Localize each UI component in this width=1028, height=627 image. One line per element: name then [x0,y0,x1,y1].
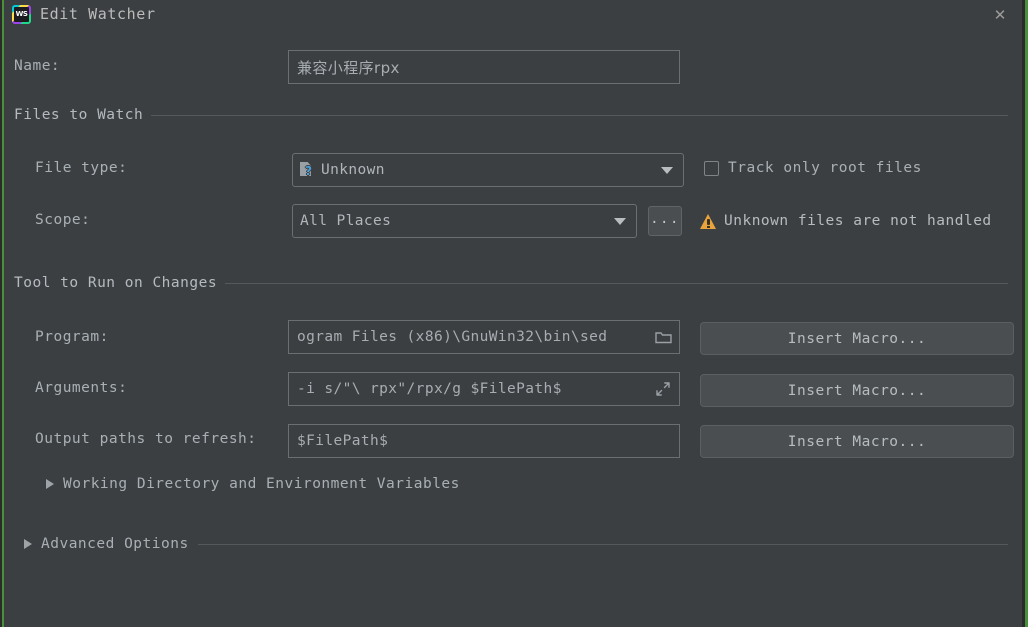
advanced-options-label: Advanced Options [41,536,189,552]
track-only-root-files-checkbox[interactable] [704,160,719,176]
track-only-root-files-label: Track only root files [728,160,922,176]
folder-browse-icon[interactable] [653,328,673,346]
section-divider [225,282,1008,284]
file-type-combo[interactable]: ? Unknown [292,153,684,187]
file-type-combo-value-wrap: ? Unknown [300,162,661,178]
arguments-insert-macro-button[interactable]: Insert Macro... [700,374,1014,407]
chevron-down-icon [614,217,626,225]
program-input-value: ogram Files (x86)\GnuWin32\bin\sed [297,329,608,345]
working-directory-label: Working Directory and Environment Variab… [63,476,460,492]
chevron-right-icon [46,479,54,489]
unknown-files-warning-text: Unknown files are not handled [724,213,992,229]
arguments-input-value: -i s/"\ rpx"/rpx/g $FilePath$ [297,381,562,397]
program-label: Program: [35,329,109,345]
files-to-watch-section-header: Files to Watch [14,107,1008,123]
file-type-label: File type: [35,160,128,176]
webstorm-icon: WS [12,5,31,24]
scope-combo[interactable]: All Places [292,204,637,238]
title-bar: WS Edit Watcher ✕ [4,0,1022,30]
output-paths-label: Output paths to refresh: [35,431,257,447]
program-insert-macro-button[interactable]: Insert Macro... [700,322,1014,355]
close-icon[interactable]: ✕ [990,5,1010,25]
unknown-files-warning: Unknown files are not handled [700,213,992,229]
file-type-combo-value: Unknown [321,162,385,178]
track-only-root-files-checkbox-row[interactable]: Track only root files [704,160,922,176]
advanced-options-section-toggle[interactable]: Advanced Options [24,536,1008,552]
scope-combo-value: All Places [300,213,392,229]
tool-to-run-title: Tool to Run on Changes [14,275,218,291]
chevron-down-icon [661,166,673,174]
section-divider [197,543,1008,545]
warning-triangle-icon [700,213,717,229]
edit-watcher-dialog-screen: WS Edit Watcher ✕ Name: 兼容小程序rpx Files t… [0,0,1028,627]
page-title: Edit Watcher [40,5,156,23]
working-directory-section-toggle[interactable]: Working Directory and Environment Variab… [46,476,460,492]
arguments-input[interactable]: -i s/"\ rpx"/rpx/g $FilePath$ [288,372,680,406]
scope-browse-button[interactable]: ... [648,206,682,236]
arguments-label: Arguments: [35,380,128,396]
dialog-body: WS Edit Watcher ✕ Name: 兼容小程序rpx Files t… [4,0,1022,627]
chevron-right-icon [24,539,32,549]
output-paths-input-value: $FilePath$ [297,433,389,449]
right-edge-strip [1022,0,1028,627]
name-input-value: 兼容小程序rpx [297,58,400,77]
expand-editor-icon[interactable] [653,380,673,398]
unknown-file-icon: ? [300,162,315,178]
section-divider [151,114,1008,116]
webstorm-icon-label: WS [14,7,29,22]
output-paths-input[interactable]: $FilePath$ [288,424,680,458]
scope-label: Scope: [35,212,91,228]
program-input[interactable]: ogram Files (x86)\GnuWin32\bin\sed [288,320,680,354]
output-paths-insert-macro-button[interactable]: Insert Macro... [700,425,1014,458]
name-input[interactable]: 兼容小程序rpx [288,50,680,84]
files-to-watch-title: Files to Watch [14,107,144,123]
tool-to-run-section-header: Tool to Run on Changes [14,275,1008,291]
name-label: Name: [14,58,61,74]
